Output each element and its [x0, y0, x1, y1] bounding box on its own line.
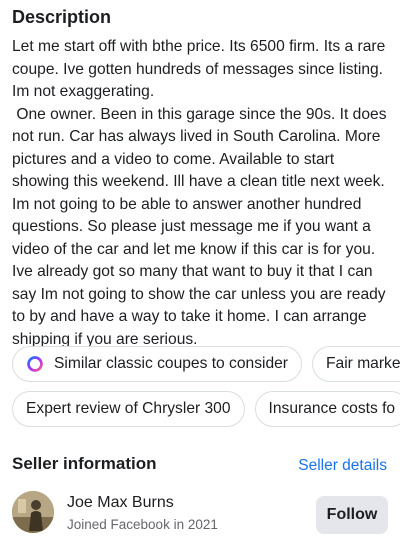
meta-ai-icon — [27, 356, 43, 372]
suggestion-chip-label: Expert review of Chrysler 300 — [26, 400, 231, 417]
avatar-photo — [12, 491, 54, 533]
description-text: Let me start off with bthe price. Its 65… — [12, 38, 387, 348]
suggestion-chip-label: Similar classic coupes to consider — [54, 355, 288, 372]
suggestion-chip-label: Insurance costs fo — [268, 400, 396, 417]
suggestion-chip-similar-coupes[interactable]: Similar classic coupes to consider — [12, 346, 302, 382]
suggestion-chip-fair-market[interactable]: Fair market — [312, 346, 400, 382]
seller-avatar[interactable] — [12, 491, 54, 533]
suggestion-row-2: Expert review of Chrysler 300 Insurance … — [12, 391, 400, 431]
suggestion-chip-insurance-costs[interactable]: Insurance costs fo — [254, 391, 400, 427]
seller-information-heading: Seller information — [12, 454, 157, 473]
suggestion-row-1: Similar classic coupes to consider Fair … — [12, 346, 400, 386]
description-heading: Description — [12, 7, 112, 27]
seller-name[interactable]: Joe Max Burns — [67, 494, 174, 512]
seller-details-link[interactable]: Seller details — [298, 457, 387, 475]
suggestion-chip-expert-review[interactable]: Expert review of Chrysler 300 — [12, 391, 245, 427]
follow-button[interactable]: Follow — [316, 496, 388, 534]
suggestion-chip-label: Fair market — [326, 355, 400, 372]
seller-joined-date: Joined Facebook in 2021 — [67, 517, 218, 532]
